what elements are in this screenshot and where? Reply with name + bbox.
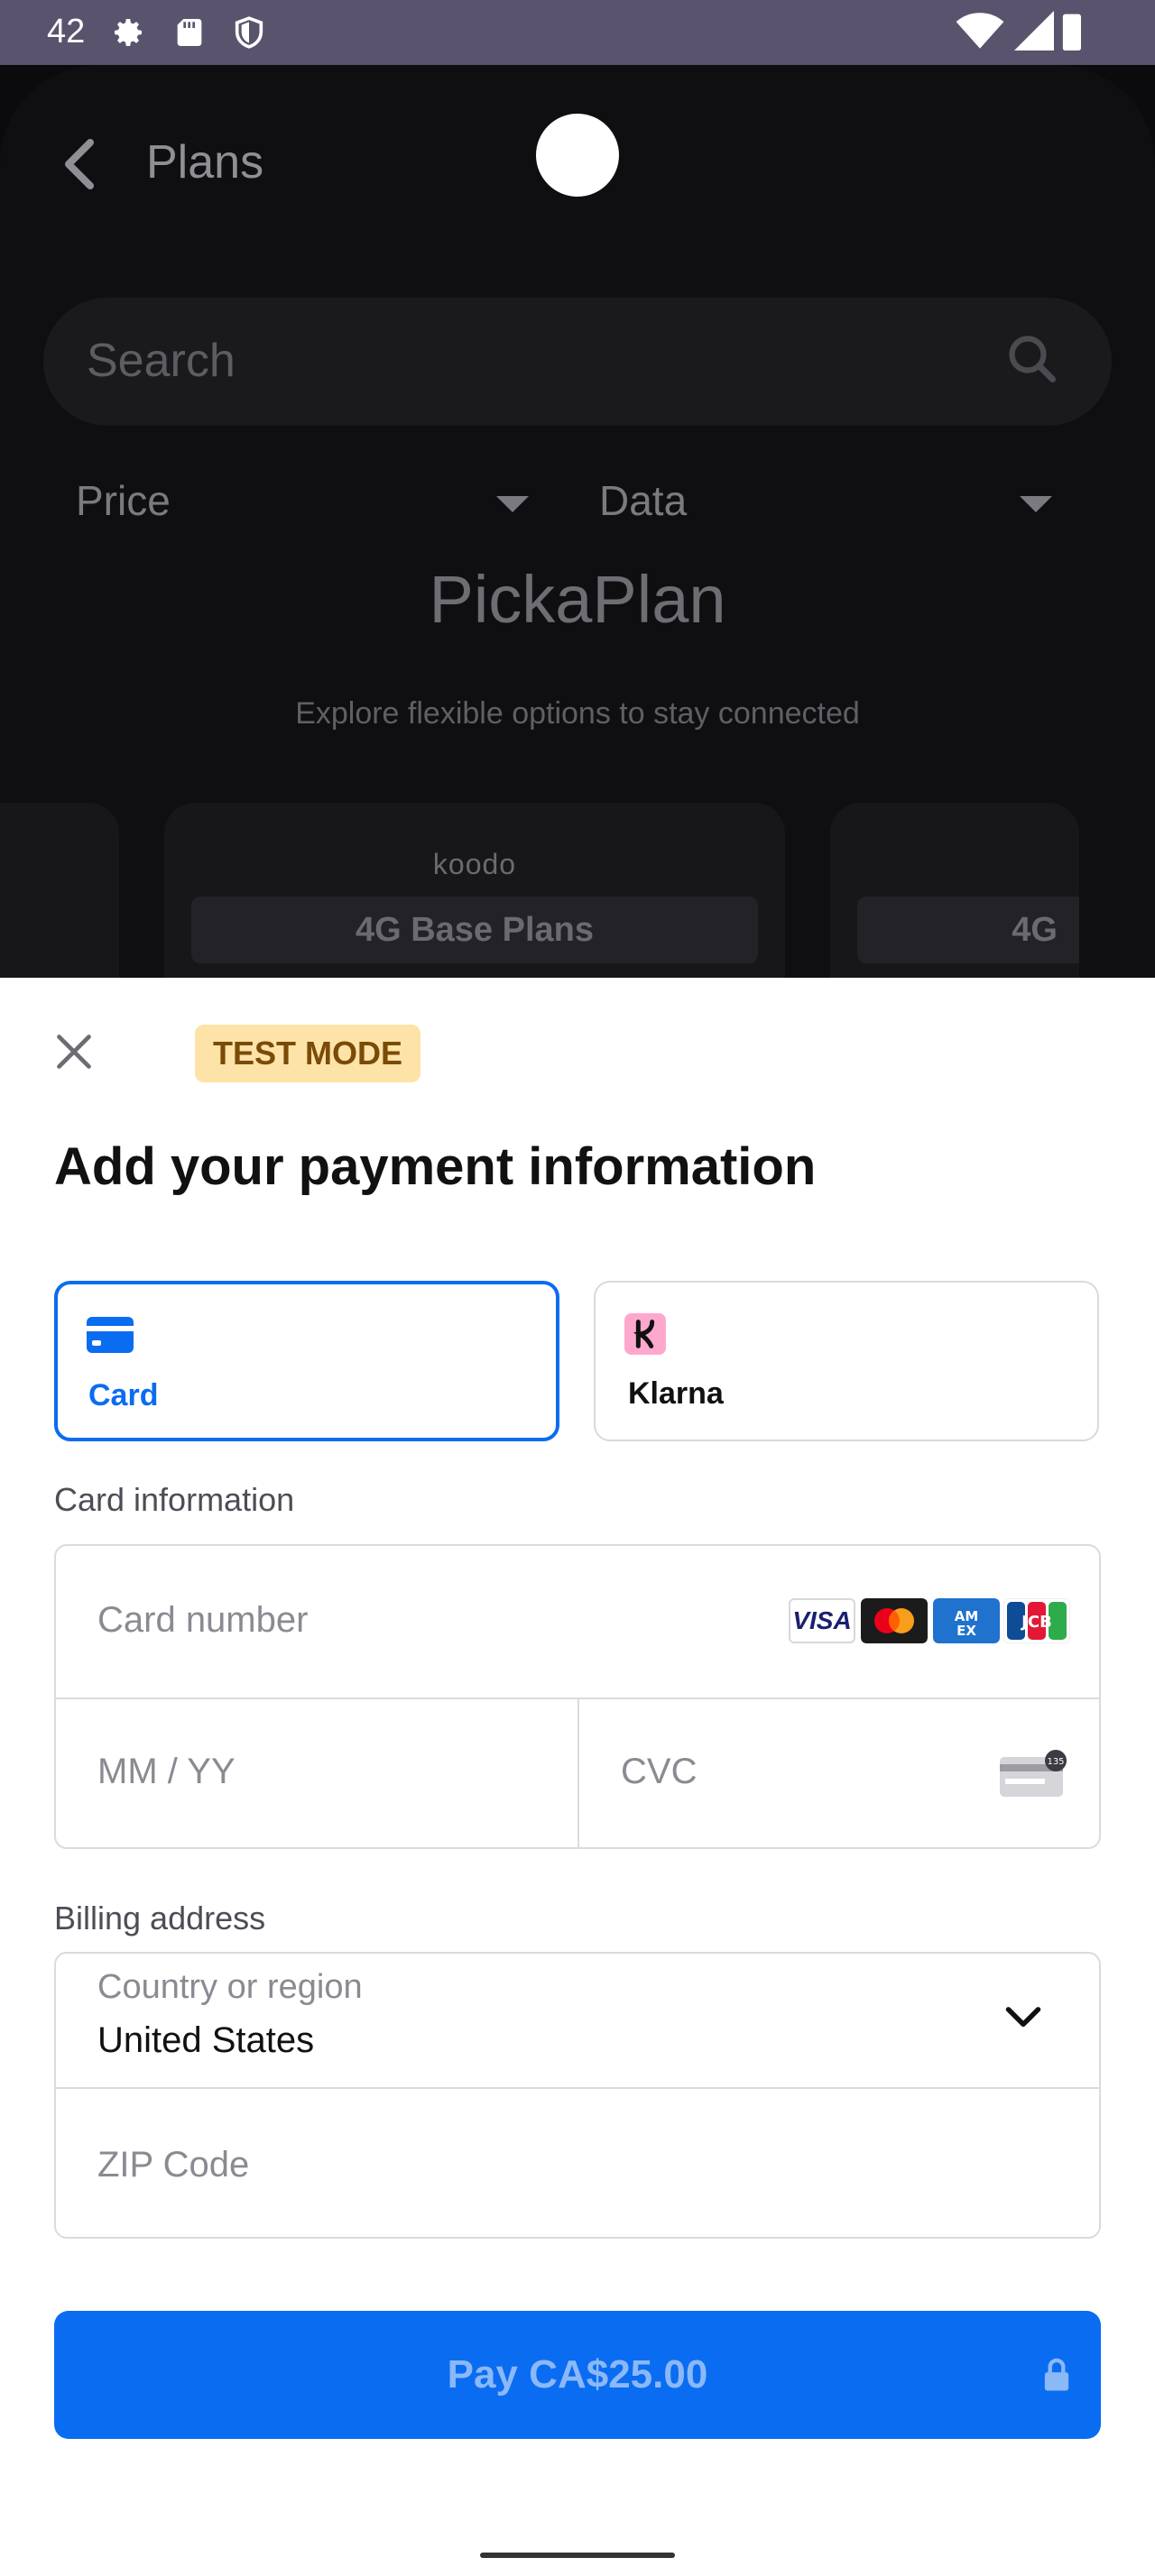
lock-icon: [1044, 2358, 1069, 2391]
mastercard-logo: [861, 1598, 928, 1643]
status-time: 42: [47, 13, 86, 51]
zip-code-placeholder: ZIP Code: [97, 2145, 250, 2185]
battery-icon: [1062, 14, 1081, 51]
svg-text:135: 135: [1047, 1757, 1064, 1767]
back-arrow-icon[interactable]: [61, 137, 97, 191]
card-information-label: Card information: [54, 1481, 295, 1518]
billing-address-group: Country or region United States ZIP Code: [54, 1952, 1101, 2239]
plan-card[interactable]: koodo 4G Base Plans: [164, 803, 785, 978]
card-number-field[interactable]: Card number VISA AM EX JCB: [56, 1546, 1099, 1697]
page-title: Plans: [146, 136, 264, 189]
zip-code-field[interactable]: ZIP Code: [56, 2089, 1099, 2237]
plan-category-label: 4G: [857, 897, 1079, 963]
data-dropdown-icon: [1020, 496, 1052, 512]
plan-category-label: 4G Base Plans: [191, 897, 758, 963]
test-mode-badge: TEST MODE: [195, 1025, 421, 1082]
wifi-icon: [956, 13, 1004, 49]
search-icon: [1009, 336, 1056, 382]
payment-method-label: Klarna: [628, 1376, 724, 1411]
amex-logo: AM EX: [933, 1598, 1000, 1643]
klarna-icon: [624, 1313, 666, 1355]
app-background: Plans Search Price Data PickaPlan Explor…: [0, 65, 1155, 978]
search-bar[interactable]: Search: [43, 298, 1112, 426]
country-label: Country or region: [97, 1968, 363, 2006]
status-bar: 42: [0, 0, 1155, 65]
card-icon: [87, 1317, 134, 1353]
card-details-group: Card number VISA AM EX JCB MM / YY CVC 1…: [54, 1544, 1101, 1849]
plan-card-partial-left[interactable]: [0, 803, 119, 978]
close-icon[interactable]: [54, 1032, 94, 1072]
settings-icon: [115, 19, 142, 47]
pay-button[interactable]: Pay CA$25.00: [54, 2311, 1101, 2439]
price-filter[interactable]: Price: [76, 476, 171, 525]
pay-button-label: Pay CA$25.00: [447, 2352, 708, 2397]
cvc-card-icon: 135: [1000, 1750, 1067, 1797]
expiry-placeholder: MM / YY: [97, 1752, 236, 1791]
expiry-field[interactable]: MM / YY: [56, 1699, 578, 1847]
plan-card[interactable]: 4G: [830, 803, 1079, 978]
card-number-placeholder: Card number: [97, 1600, 309, 1640]
sd-card-icon: [177, 19, 202, 46]
country-select[interactable]: Country or region United States: [56, 1954, 1099, 2087]
camera-cutout: [536, 114, 619, 197]
cellular-signal-icon: [1014, 11, 1054, 51]
search-placeholder: Search: [87, 335, 236, 387]
home-indicator[interactable]: [480, 2553, 675, 2558]
cvc-placeholder: CVC: [621, 1752, 698, 1791]
shield-icon: [235, 16, 263, 49]
payment-sheet: TEST MODE Add your payment information C…: [0, 978, 1155, 2576]
payment-method-label: Card: [88, 1378, 159, 1412]
payment-method-klarna-tab[interactable]: Klarna: [594, 1281, 1099, 1441]
price-dropdown-icon: [496, 496, 529, 512]
svg-text:JCB: JCB: [1020, 1613, 1052, 1632]
payment-method-card-tab[interactable]: Card: [54, 1281, 559, 1441]
jcb-logo: JCB: [1003, 1598, 1070, 1643]
carrier-logo: koodo: [432, 848, 517, 880]
country-value: United States: [97, 2020, 315, 2060]
data-filter[interactable]: Data: [599, 476, 687, 525]
chevron-down-icon: [1005, 2007, 1041, 2028]
sheet-title: Add your payment information: [54, 1137, 817, 1196]
hero-subtitle: Explore flexible options to stay connect…: [295, 696, 860, 731]
cvc-field[interactable]: CVC 135: [579, 1699, 1099, 1847]
hero-title: PickaPlan: [429, 562, 726, 637]
billing-address-label: Billing address: [54, 1900, 266, 1937]
visa-logo: VISA: [789, 1598, 855, 1643]
svg-text:EX: EX: [956, 1623, 976, 1639]
